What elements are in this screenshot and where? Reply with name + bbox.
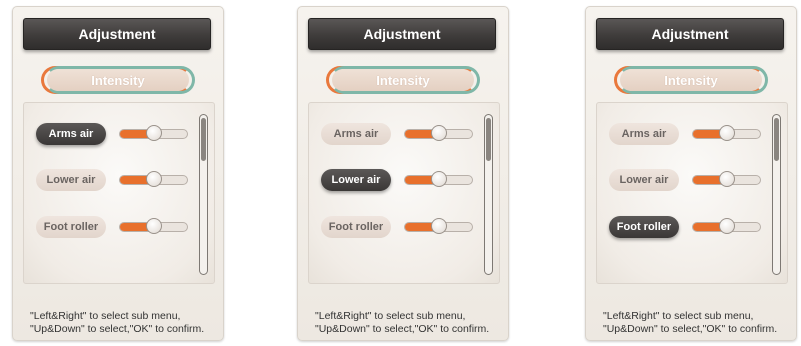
settings-list: Arms air Lower air Foot roller bbox=[23, 102, 215, 284]
slider-knob[interactable] bbox=[145, 171, 162, 187]
intensity-slider[interactable] bbox=[119, 171, 188, 187]
slider-knob[interactable] bbox=[718, 125, 735, 141]
setting-label[interactable]: Arms air bbox=[36, 123, 106, 145]
setting-row-arms-air[interactable]: Arms air bbox=[609, 123, 769, 145]
slider-knob[interactable] bbox=[430, 218, 447, 234]
help-text: "Left&Right" to select sub menu, "Up&Dow… bbox=[603, 310, 777, 336]
help-line-2: "Up&Down" to select,"OK" to confirm. bbox=[30, 323, 205, 335]
slider-knob[interactable] bbox=[718, 171, 735, 187]
scrollbar-thumb[interactable] bbox=[486, 118, 491, 161]
setting-row-arms-air[interactable]: Arms air bbox=[321, 123, 481, 145]
scrollbar[interactable] bbox=[484, 114, 493, 275]
tab-label: Intensity bbox=[47, 69, 189, 91]
tab-intensity[interactable]: Intensity bbox=[41, 66, 195, 94]
settings-list: Arms air Lower air Foot roller bbox=[596, 102, 788, 284]
help-text: "Left&Right" to select sub menu, "Up&Dow… bbox=[30, 310, 204, 336]
setting-row-lower-air[interactable]: Lower air bbox=[609, 169, 769, 191]
scrollbar-thumb[interactable] bbox=[201, 118, 206, 161]
help-line-1: "Left&Right" to select sub menu, bbox=[315, 310, 466, 322]
settings-list: Arms air Lower air Foot roller bbox=[308, 102, 500, 284]
setting-row-foot-roller[interactable]: Foot roller bbox=[321, 216, 481, 238]
intensity-slider[interactable] bbox=[404, 125, 473, 141]
setting-label[interactable]: Foot roller bbox=[321, 216, 391, 238]
tab-intensity[interactable]: Intensity bbox=[326, 66, 480, 94]
help-line-1: "Left&Right" to select sub menu, bbox=[30, 310, 181, 322]
setting-row-arms-air[interactable]: Arms air bbox=[36, 123, 196, 145]
intensity-slider[interactable] bbox=[404, 171, 473, 187]
slider-knob[interactable] bbox=[430, 125, 447, 141]
help-line-1: "Left&Right" to select sub menu, bbox=[603, 310, 754, 322]
panel-title: Adjustment bbox=[23, 18, 211, 50]
scrollbar[interactable] bbox=[199, 114, 208, 275]
setting-label[interactable]: Foot roller bbox=[609, 216, 679, 238]
setting-row-lower-air[interactable]: Lower air bbox=[321, 169, 481, 191]
tab-label: Intensity bbox=[332, 69, 474, 91]
slider-knob[interactable] bbox=[718, 218, 735, 234]
slider-knob[interactable] bbox=[145, 125, 162, 141]
slider-knob[interactable] bbox=[145, 218, 162, 234]
panel-title: Adjustment bbox=[308, 18, 496, 50]
slider-knob[interactable] bbox=[430, 171, 447, 187]
intensity-slider[interactable] bbox=[692, 125, 761, 141]
adjustment-panel-2: Adjustment Intensity Arms air Lower air … bbox=[297, 6, 509, 341]
tab-intensity[interactable]: Intensity bbox=[614, 66, 768, 94]
setting-label[interactable]: Lower air bbox=[321, 169, 391, 191]
help-line-2: "Up&Down" to select,"OK" to confirm. bbox=[315, 323, 490, 335]
tab-label: Intensity bbox=[620, 69, 762, 91]
help-line-2: "Up&Down" to select,"OK" to confirm. bbox=[603, 323, 778, 335]
intensity-slider[interactable] bbox=[404, 218, 473, 234]
scrollbar[interactable] bbox=[772, 114, 781, 275]
intensity-slider[interactable] bbox=[692, 171, 761, 187]
adjustment-panel-1: Adjustment Intensity Arms air Lower air … bbox=[12, 6, 224, 341]
help-text: "Left&Right" to select sub menu, "Up&Dow… bbox=[315, 310, 489, 336]
intensity-slider[interactable] bbox=[119, 218, 188, 234]
setting-label[interactable]: Arms air bbox=[321, 123, 391, 145]
intensity-slider[interactable] bbox=[119, 125, 188, 141]
setting-row-foot-roller[interactable]: Foot roller bbox=[36, 216, 196, 238]
setting-row-foot-roller[interactable]: Foot roller bbox=[609, 216, 769, 238]
adjustment-panel-3: Adjustment Intensity Arms air Lower air … bbox=[585, 6, 797, 341]
setting-row-lower-air[interactable]: Lower air bbox=[36, 169, 196, 191]
panel-title: Adjustment bbox=[596, 18, 784, 50]
intensity-slider[interactable] bbox=[692, 218, 761, 234]
setting-label[interactable]: Arms air bbox=[609, 123, 679, 145]
scrollbar-thumb[interactable] bbox=[774, 118, 779, 161]
setting-label[interactable]: Foot roller bbox=[36, 216, 106, 238]
setting-label[interactable]: Lower air bbox=[609, 169, 679, 191]
setting-label[interactable]: Lower air bbox=[36, 169, 106, 191]
